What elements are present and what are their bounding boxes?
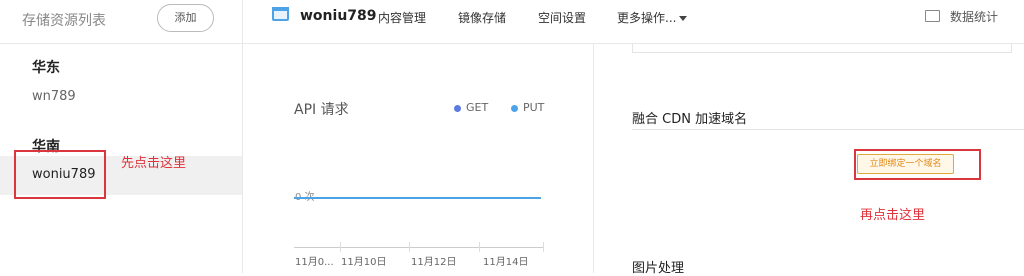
nav-mirror-storage[interactable]: 镜像存储 <box>458 9 506 26</box>
legend-get-label: GET <box>466 101 489 114</box>
region-east-china: 华东 <box>32 60 60 76</box>
y-zero-label: 0 次 <box>295 188 315 203</box>
top-bar: 存储资源列表 添加 woniu789 内容管理 镜像存储 空间设置 更多操作..… <box>0 0 1024 44</box>
bucket-icon <box>272 7 289 21</box>
bucket-item-wn789[interactable]: wn789 <box>32 89 76 104</box>
x-axis-line <box>294 247 544 248</box>
legend-put: PUT <box>511 101 544 114</box>
legend-put-dot <box>511 104 518 112</box>
series-line <box>294 197 541 199</box>
highlight-box-bucket <box>14 150 106 199</box>
x-gridline <box>409 242 410 252</box>
nav-more-actions[interactable]: 更多操作... <box>617 9 688 26</box>
x-tick-label: 11月0... <box>295 257 334 268</box>
highlight-box-bind-domain <box>854 149 981 180</box>
x-gridline <box>340 242 341 252</box>
section-divider <box>632 129 1024 130</box>
x-tick-label: 11月14日 <box>483 257 529 268</box>
annotation-second-click: 再点击这里 <box>860 208 926 223</box>
cdn-domain-title: 融合 CDN 加速域名 <box>632 112 748 127</box>
chart-title: API 请求 <box>294 102 349 118</box>
image-processing-title: 图片处理 <box>632 261 685 276</box>
x-gridline <box>543 242 544 252</box>
legend-put-label: PUT <box>523 101 545 114</box>
nav-more-actions-label: 更多操作... <box>617 11 677 25</box>
nav-content-manage[interactable]: 内容管理 <box>378 9 426 26</box>
previous-section-box <box>632 44 1012 53</box>
add-bucket-button[interactable]: 添加 <box>157 4 214 32</box>
chart-icon <box>925 10 940 22</box>
data-stats-link[interactable]: 数据统计 <box>950 8 998 25</box>
x-tick-label: 11月10日 <box>341 257 387 268</box>
current-bucket-name: woniu789 <box>300 8 377 24</box>
x-gridline <box>479 242 480 252</box>
x-tick-label: 11月12日 <box>411 257 457 268</box>
annotation-first-click: 先点击这里 <box>121 156 187 171</box>
resource-list-title: 存储资源列表 <box>22 13 106 29</box>
resource-list-header: 存储资源列表 添加 <box>0 0 243 44</box>
api-request-chart-panel: API 请求 GET PUT 0 次 11月0... 11月10日 11月12日… <box>244 44 594 273</box>
legend-get: GET <box>454 101 488 114</box>
legend-get-dot <box>454 104 461 112</box>
chevron-down-icon <box>679 16 688 21</box>
nav-space-settings[interactable]: 空间设置 <box>538 9 586 26</box>
